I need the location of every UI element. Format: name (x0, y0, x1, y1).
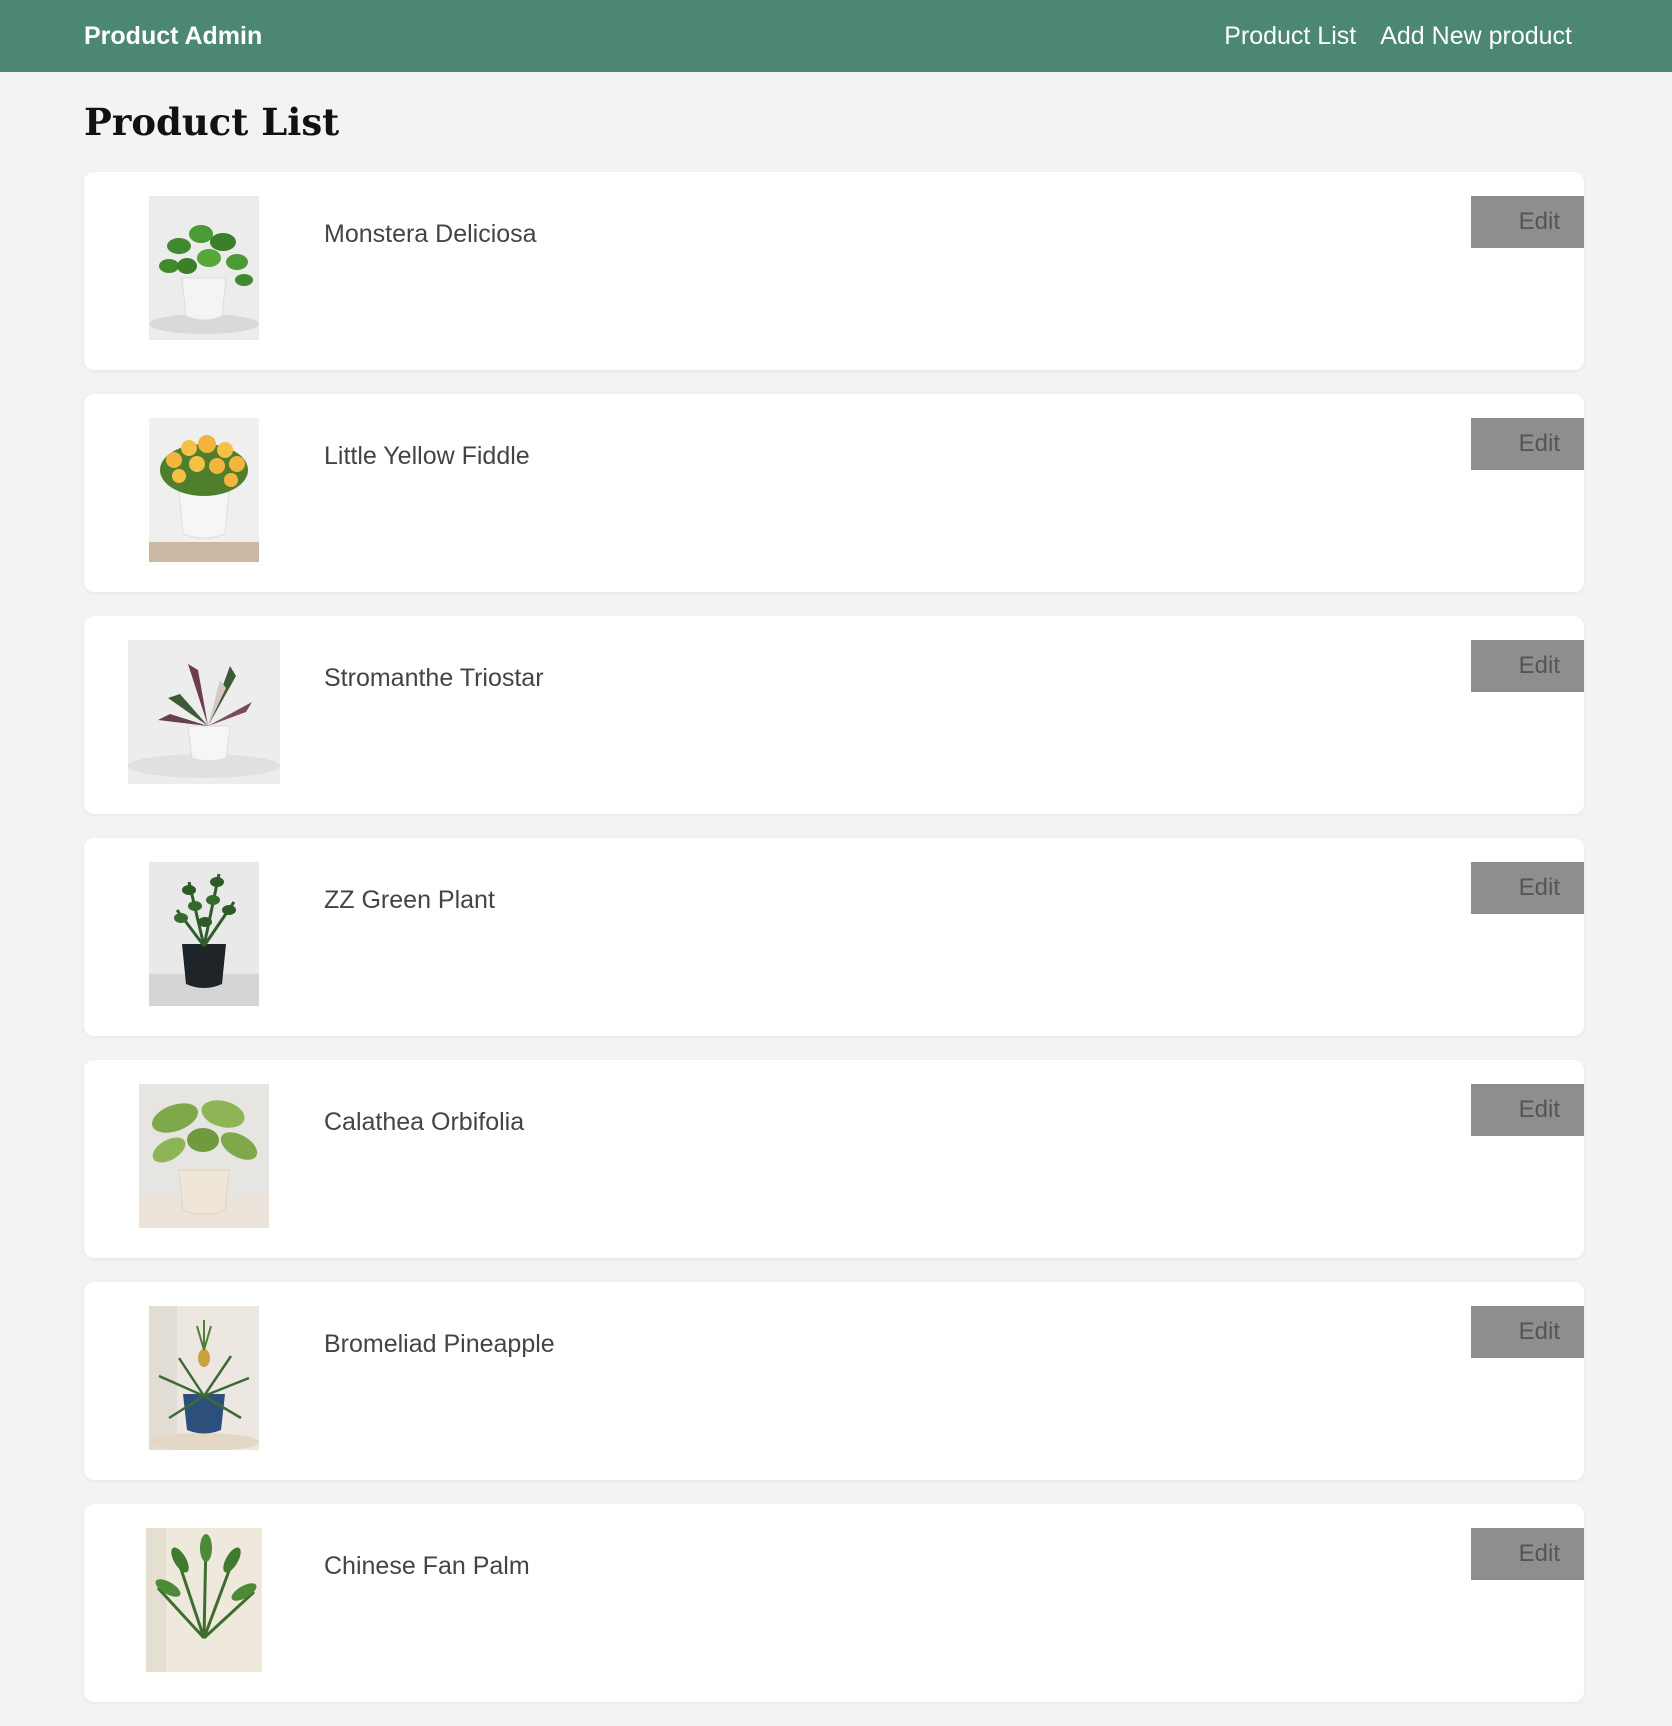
product-card: Little Yellow Fiddle Edit (84, 394, 1584, 592)
edit-button[interactable]: Edit (1471, 196, 1584, 248)
product-name: Little Yellow Fiddle (324, 442, 530, 470)
product-image-fan-palm (146, 1528, 262, 1672)
product-name: Bromeliad Pineapple (324, 1330, 555, 1358)
product-name: Chinese Fan Palm (324, 1552, 530, 1580)
main-nav: Product List Add New product (1224, 21, 1572, 51)
product-card: Monstera Deliciosa Edit (84, 172, 1584, 370)
brand-link[interactable]: Product Admin (84, 21, 262, 51)
product-image-calathea (139, 1084, 269, 1228)
top-navbar: Product Admin Product List Add New produ… (0, 0, 1672, 72)
page-title: Product List (84, 100, 340, 144)
product-name: Monstera Deliciosa (324, 220, 537, 248)
edit-button[interactable]: Edit (1471, 862, 1584, 914)
product-card: Calathea Orbifolia Edit (84, 1060, 1584, 1258)
product-name: Stromanthe Triostar (324, 664, 544, 692)
edit-button[interactable]: Edit (1471, 418, 1584, 470)
edit-button[interactable]: Edit (1471, 640, 1584, 692)
product-image-yellow-flowers (149, 418, 259, 562)
product-card: ZZ Green Plant Edit (84, 838, 1584, 1036)
product-card: Chinese Fan Palm Edit (84, 1504, 1584, 1702)
product-image-pothos (149, 196, 259, 340)
product-image-bromeliad (149, 1306, 259, 1450)
nav-link-add-new-product[interactable]: Add New product (1380, 21, 1572, 51)
nav-link-product-list[interactable]: Product List (1224, 21, 1356, 51)
edit-button[interactable]: Edit (1471, 1306, 1584, 1358)
edit-button[interactable]: Edit (1471, 1528, 1584, 1580)
product-image-stromanthe (128, 640, 280, 784)
product-card: Stromanthe Triostar Edit (84, 616, 1584, 814)
product-image-zz-plant (149, 862, 259, 1006)
product-list: Monstera Deliciosa Edit Little Yellow Fi… (84, 172, 1584, 1726)
edit-button[interactable]: Edit (1471, 1084, 1584, 1136)
product-card: Bromeliad Pineapple Edit (84, 1282, 1584, 1480)
product-name: Calathea Orbifolia (324, 1108, 525, 1136)
product-name: ZZ Green Plant (324, 886, 495, 914)
